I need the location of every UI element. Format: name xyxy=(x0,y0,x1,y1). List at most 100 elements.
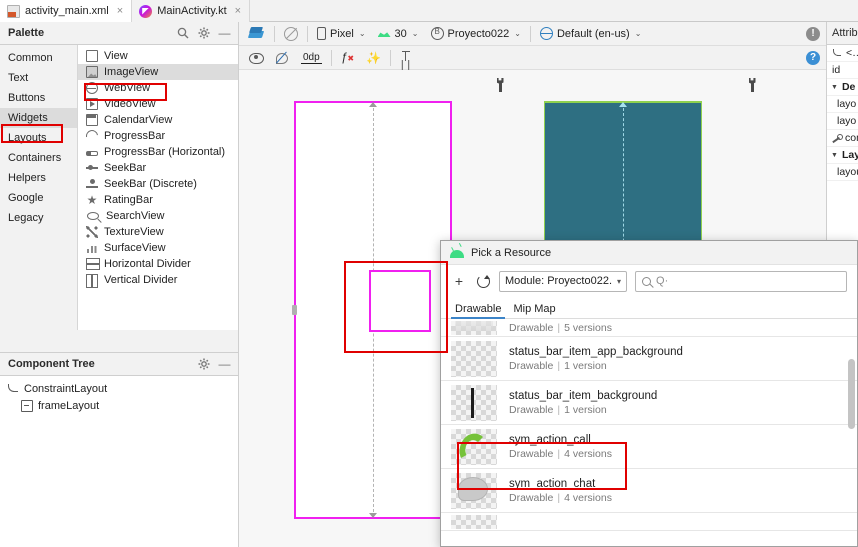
resource-list-scrollbar[interactable] xyxy=(848,319,856,546)
attribute-row-layout-height[interactable]: layo xyxy=(827,113,858,130)
palette-category-widgets[interactable]: Widgets xyxy=(0,108,77,128)
minimize-icon[interactable]: — xyxy=(217,357,232,372)
palette-category-legacy[interactable]: Legacy xyxy=(0,208,77,228)
api-level-selector[interactable]: 30 ⌄ xyxy=(372,24,425,44)
resource-name: status_bar_item_app_background xyxy=(509,345,683,358)
design-preview-surface[interactable] xyxy=(292,101,452,519)
tab-drawable[interactable]: Drawable xyxy=(451,303,506,319)
attribute-row-layout-width[interactable]: layo xyxy=(827,96,858,113)
attribute-row-constraints[interactable]: con xyxy=(827,130,858,147)
editor-tab-main-activity-kt[interactable]: MainActivity.kt × xyxy=(132,0,251,22)
palette-item-textureview[interactable]: TextureView xyxy=(78,224,238,240)
palette-category-google[interactable]: Google xyxy=(0,188,77,208)
palette-item-label: SeekBar xyxy=(104,162,147,174)
palette-category-helpers[interactable]: Helpers xyxy=(0,168,77,188)
design-mode-button[interactable] xyxy=(243,24,271,44)
chevron-down-icon: ▾ xyxy=(617,276,622,286)
baseline-align-button[interactable] xyxy=(394,48,418,68)
palette-item-calendarview[interactable]: CalendarView xyxy=(78,112,238,128)
refresh-button[interactable] xyxy=(475,273,491,289)
pick-a-resource-dialog[interactable]: Pick a Resource + Module: Proyecto022. ▾… xyxy=(440,240,858,547)
resize-handle-left[interactable] xyxy=(292,305,297,315)
scrollbar-thumb[interactable] xyxy=(848,359,855,429)
infer-constraints-button[interactable]: ✨ xyxy=(360,48,387,68)
device-selector[interactable]: Pixel ⌄ xyxy=(311,24,372,44)
resource-subtitle: Drawable | 1 version xyxy=(509,360,683,372)
info-button[interactable]: ! xyxy=(800,24,826,44)
no-preview-button[interactable] xyxy=(278,24,304,44)
attribute-label: layo xyxy=(837,98,857,110)
list-item[interactable]: status_bar_item_app_background Drawable |… xyxy=(441,337,857,381)
attribute-row-layout-constraint[interactable]: layou xyxy=(827,164,858,181)
attribute-row-component[interactable]: <… xyxy=(827,45,858,62)
attribute-label: layo xyxy=(837,115,857,127)
search-icon[interactable] xyxy=(175,26,190,41)
palette-item-seekbar-discrete[interactable]: SeekBar (Discrete) xyxy=(78,176,238,192)
attributes-title: Attrib xyxy=(827,22,858,45)
palette-item-progressbar-horizontal[interactable]: ProgressBar (Horizontal) xyxy=(78,144,238,160)
palette-item-seekbar[interactable]: SeekBar xyxy=(78,160,238,176)
palette-item-imageview[interactable]: ImageView xyxy=(78,64,238,80)
toolbar-separator xyxy=(330,49,332,66)
design-surface-wrench-icon xyxy=(495,78,505,92)
locale-selector[interactable]: Default (en-us) ⌄ xyxy=(534,24,647,44)
tree-node-framelayout[interactable]: frameLayout xyxy=(0,397,238,414)
help-button[interactable]: ? xyxy=(800,48,826,68)
chevron-down-icon: ⌄ xyxy=(514,29,521,38)
dialog-title-bar: Pick a Resource xyxy=(441,241,857,265)
gear-icon[interactable] xyxy=(196,26,211,41)
palette-item-webview[interactable]: WebView xyxy=(78,80,238,96)
resource-meta: sym_action_chat Drawable | 4 versions xyxy=(509,478,612,504)
list-item-sym-action-chat[interactable]: sym_action_chat Drawable | 4 versions xyxy=(441,469,857,513)
module-dropdown[interactable]: Module: Proyecto022. ▾ xyxy=(499,270,628,292)
autoconnect-button[interactable] xyxy=(269,48,295,68)
resource-search-input[interactable]: Q· xyxy=(635,270,847,292)
chevron-down-icon: ▼ xyxy=(831,151,838,159)
attribute-row-id[interactable]: id xyxy=(827,62,858,79)
editor-tab-activity-main-xml[interactable]: activity_main.xml × xyxy=(0,0,133,22)
palette-category-text[interactable]: Text xyxy=(0,68,77,88)
list-item[interactable]: status_bar_item_background Drawable | 1 ve… xyxy=(441,381,857,425)
resource-subtitle: Drawable | 4 versions xyxy=(509,492,612,504)
close-icon[interactable]: × xyxy=(235,5,241,17)
tab-mipmap[interactable]: Mip Map xyxy=(509,303,559,318)
wrench-icon xyxy=(832,133,843,143)
palette-item-videoview[interactable]: VideoView xyxy=(78,96,238,112)
constraint-arrow-top-icon xyxy=(369,102,377,107)
add-resource-button[interactable]: + xyxy=(451,273,467,289)
show-constraints-button[interactable] xyxy=(243,48,269,68)
palette-category-layouts[interactable]: Layouts xyxy=(0,128,77,148)
resource-meta: Drawable | 5 versions xyxy=(509,322,612,334)
gear-icon[interactable] xyxy=(196,357,211,372)
palette-category-containers[interactable]: Containers xyxy=(0,148,77,168)
close-icon[interactable]: × xyxy=(117,5,123,17)
toolbar-separator xyxy=(390,49,392,66)
list-item[interactable]: Drawable | 5 versions xyxy=(441,319,857,337)
tree-node-constraintlayout[interactable]: ConstraintLayout xyxy=(0,380,238,397)
palette-item-vertical-divider[interactable]: Vertical Divider xyxy=(78,272,238,288)
resource-list[interactable]: Drawable | 5 versions status_bar_item_app_… xyxy=(441,319,857,546)
palette-category-common[interactable]: Common xyxy=(0,48,77,68)
attribute-section-layout[interactable]: ▼ Lay xyxy=(827,147,858,164)
theme-selector[interactable]: Proyecto022 ⌄ xyxy=(425,24,527,44)
resource-thumbnail xyxy=(451,340,497,377)
list-item[interactable] xyxy=(441,513,857,531)
minimize-icon[interactable]: — xyxy=(217,26,232,41)
palette-item-progressbar[interactable]: ProgressBar xyxy=(78,127,238,145)
palette-item-horizontal-divider[interactable]: Horizontal Divider xyxy=(78,256,238,272)
palette-item-searchview[interactable]: SearchView xyxy=(78,208,238,224)
list-item-sym-action-call[interactable]: sym_action_call Drawable | 4 versions xyxy=(441,425,857,469)
palette-item-surfaceview[interactable]: SurfaceView xyxy=(78,240,238,256)
clear-constraints-button[interactable]: ƒ✖ xyxy=(335,48,360,68)
palette-category-buttons[interactable]: Buttons xyxy=(0,88,77,108)
default-margin-button[interactable]: 0dp xyxy=(295,48,328,68)
android-studio-layout-editor: activity_main.xml × MainActivity.kt × Pa… xyxy=(0,0,858,547)
attribute-label: layou xyxy=(837,166,858,178)
attribute-section-declared[interactable]: ▼ De xyxy=(827,79,858,96)
palette-item-label: RatingBar xyxy=(104,194,153,206)
framelayout-selection-box[interactable] xyxy=(369,270,431,332)
resource-thumbnail xyxy=(451,320,497,335)
palette-item-ratingbar[interactable]: ★ RatingBar xyxy=(78,192,238,208)
palette-item-view[interactable]: View xyxy=(78,48,238,64)
meta-separator: | xyxy=(557,491,561,504)
